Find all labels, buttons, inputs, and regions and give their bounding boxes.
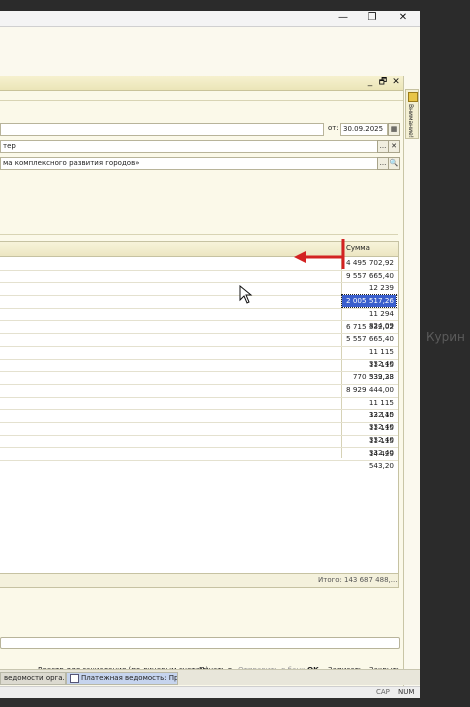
- sum-cell[interactable]: 11 115 332,40: [342, 422, 396, 444]
- attention-tab[interactable]: Внимание!: [405, 89, 419, 139]
- taskbar-item-1[interactable]: ведомости орга...: [0, 672, 66, 685]
- sum-cell[interactable]: 11 115 332,40: [342, 397, 396, 419]
- background-text: Курин: [426, 330, 465, 344]
- sum-cell[interactable]: 11 115 332,40: [342, 435, 396, 457]
- table-row[interactable]: 12 239 260,26: [0, 282, 398, 304]
- divider-2: [0, 234, 398, 235]
- field-1[interactable]: тер: [0, 140, 378, 153]
- calendar-icon[interactable]: ▦: [388, 123, 400, 136]
- desktop-top: [0, 0, 420, 11]
- sum-cell[interactable]: 11 115 332,40: [342, 346, 396, 368]
- search-icon[interactable]: 🔍: [388, 157, 400, 170]
- sum-cell[interactable]: 5 557 665,40: [342, 333, 396, 345]
- sum-cell[interactable]: 14 429 543,20: [342, 448, 396, 470]
- table-footer: Итого: 143 687 488,...: [0, 573, 398, 587]
- amount-table[interactable]: Сумма 4 495 702,929 557 665,4012 239 260…: [0, 241, 399, 588]
- table-row[interactable]: 11 115 332,40: [0, 435, 398, 457]
- table-row[interactable]: 2 005 517,26: [0, 294, 398, 309]
- table-row[interactable]: 11 115 332,40: [0, 422, 398, 444]
- sum-cell[interactable]: 11 115 332,23: [342, 359, 396, 381]
- clear-button-1[interactable]: ✕: [388, 140, 400, 153]
- field-2[interactable]: ма комплексного развития городов»: [0, 157, 378, 170]
- status-bar: CAP NUM: [0, 686, 420, 698]
- sum-cell[interactable]: 2 005 517,26: [341, 294, 397, 309]
- annotation-arrow: [294, 239, 345, 269]
- table-row[interactable]: 11 115 332,23: [0, 359, 398, 381]
- total-label: Итого:: [318, 576, 342, 584]
- total-value: 143 687 488,...: [344, 576, 398, 584]
- table-row[interactable]: 11 115 332,40: [0, 397, 398, 419]
- taskbar-item-2[interactable]: Платежная ведомость: Про...: [66, 672, 178, 685]
- date-label: от:: [328, 124, 339, 132]
- status-num: NUM: [398, 688, 415, 696]
- sum-cell[interactable]: 12 115 332,40: [342, 409, 396, 431]
- comment-field[interactable]: [0, 637, 400, 649]
- close-button[interactable]: ✕: [395, 12, 411, 24]
- warning-icon: [408, 92, 418, 102]
- title-bar: — ❐ ✕: [0, 11, 420, 27]
- desktop-right: [420, 0, 470, 707]
- table-row[interactable]: 770 539,38: [0, 371, 398, 385]
- sum-cell[interactable]: 770 539,38: [342, 371, 396, 383]
- table-row[interactable]: 9 557 665,40: [0, 270, 398, 284]
- mouse-cursor: [239, 285, 253, 304]
- window-taskbar: ведомости орга... Платежная ведомость: П…: [0, 669, 420, 685]
- taskbar-item-2-label: Платежная ведомость: Про...: [81, 674, 177, 682]
- sum-cell[interactable]: 9 557 665,40: [342, 270, 396, 282]
- document-icon: [70, 673, 79, 683]
- app-window: — ❐ ✕ Внимание! _ 🗗 ✕ от: 30.09.2025 ▦ т…: [0, 11, 420, 698]
- form-restore-button[interactable]: 🗗: [377, 76, 389, 89]
- sum-cell[interactable]: 6 715 332,02: [342, 321, 396, 333]
- date-field[interactable]: 30.09.2025: [340, 123, 388, 136]
- minimize-button[interactable]: —: [335, 12, 351, 24]
- restore-button[interactable]: ❐: [364, 12, 380, 24]
- sum-cell[interactable]: 11 294 824,09: [342, 308, 396, 330]
- sum-cell[interactable]: 12 239 260,26: [342, 282, 396, 304]
- table-row[interactable]: 11 294 824,09: [0, 308, 398, 330]
- table-row[interactable]: 6 715 332,02: [0, 321, 398, 335]
- form-minimize-button[interactable]: _: [364, 76, 376, 89]
- attention-tab-label: Внимание!: [407, 104, 414, 139]
- table-row[interactable]: 11 115 332,40: [0, 346, 398, 368]
- table-row[interactable]: 5 557 665,40: [0, 333, 398, 347]
- table-row[interactable]: 12 115 332,40: [0, 409, 398, 431]
- sum-cell[interactable]: 8 929 444,00: [342, 384, 396, 396]
- top-field[interactable]: [0, 123, 324, 136]
- divider: [0, 100, 403, 101]
- form-close-button[interactable]: ✕: [390, 76, 402, 89]
- form-title-bar: _ 🗗 ✕: [0, 76, 403, 91]
- sum-cell[interactable]: 4 495 702,92: [342, 257, 396, 269]
- table-row[interactable]: 14 429 543,20: [0, 448, 398, 470]
- status-cap: CAP: [376, 688, 390, 696]
- table-row[interactable]: 8 929 444,00: [0, 384, 398, 398]
